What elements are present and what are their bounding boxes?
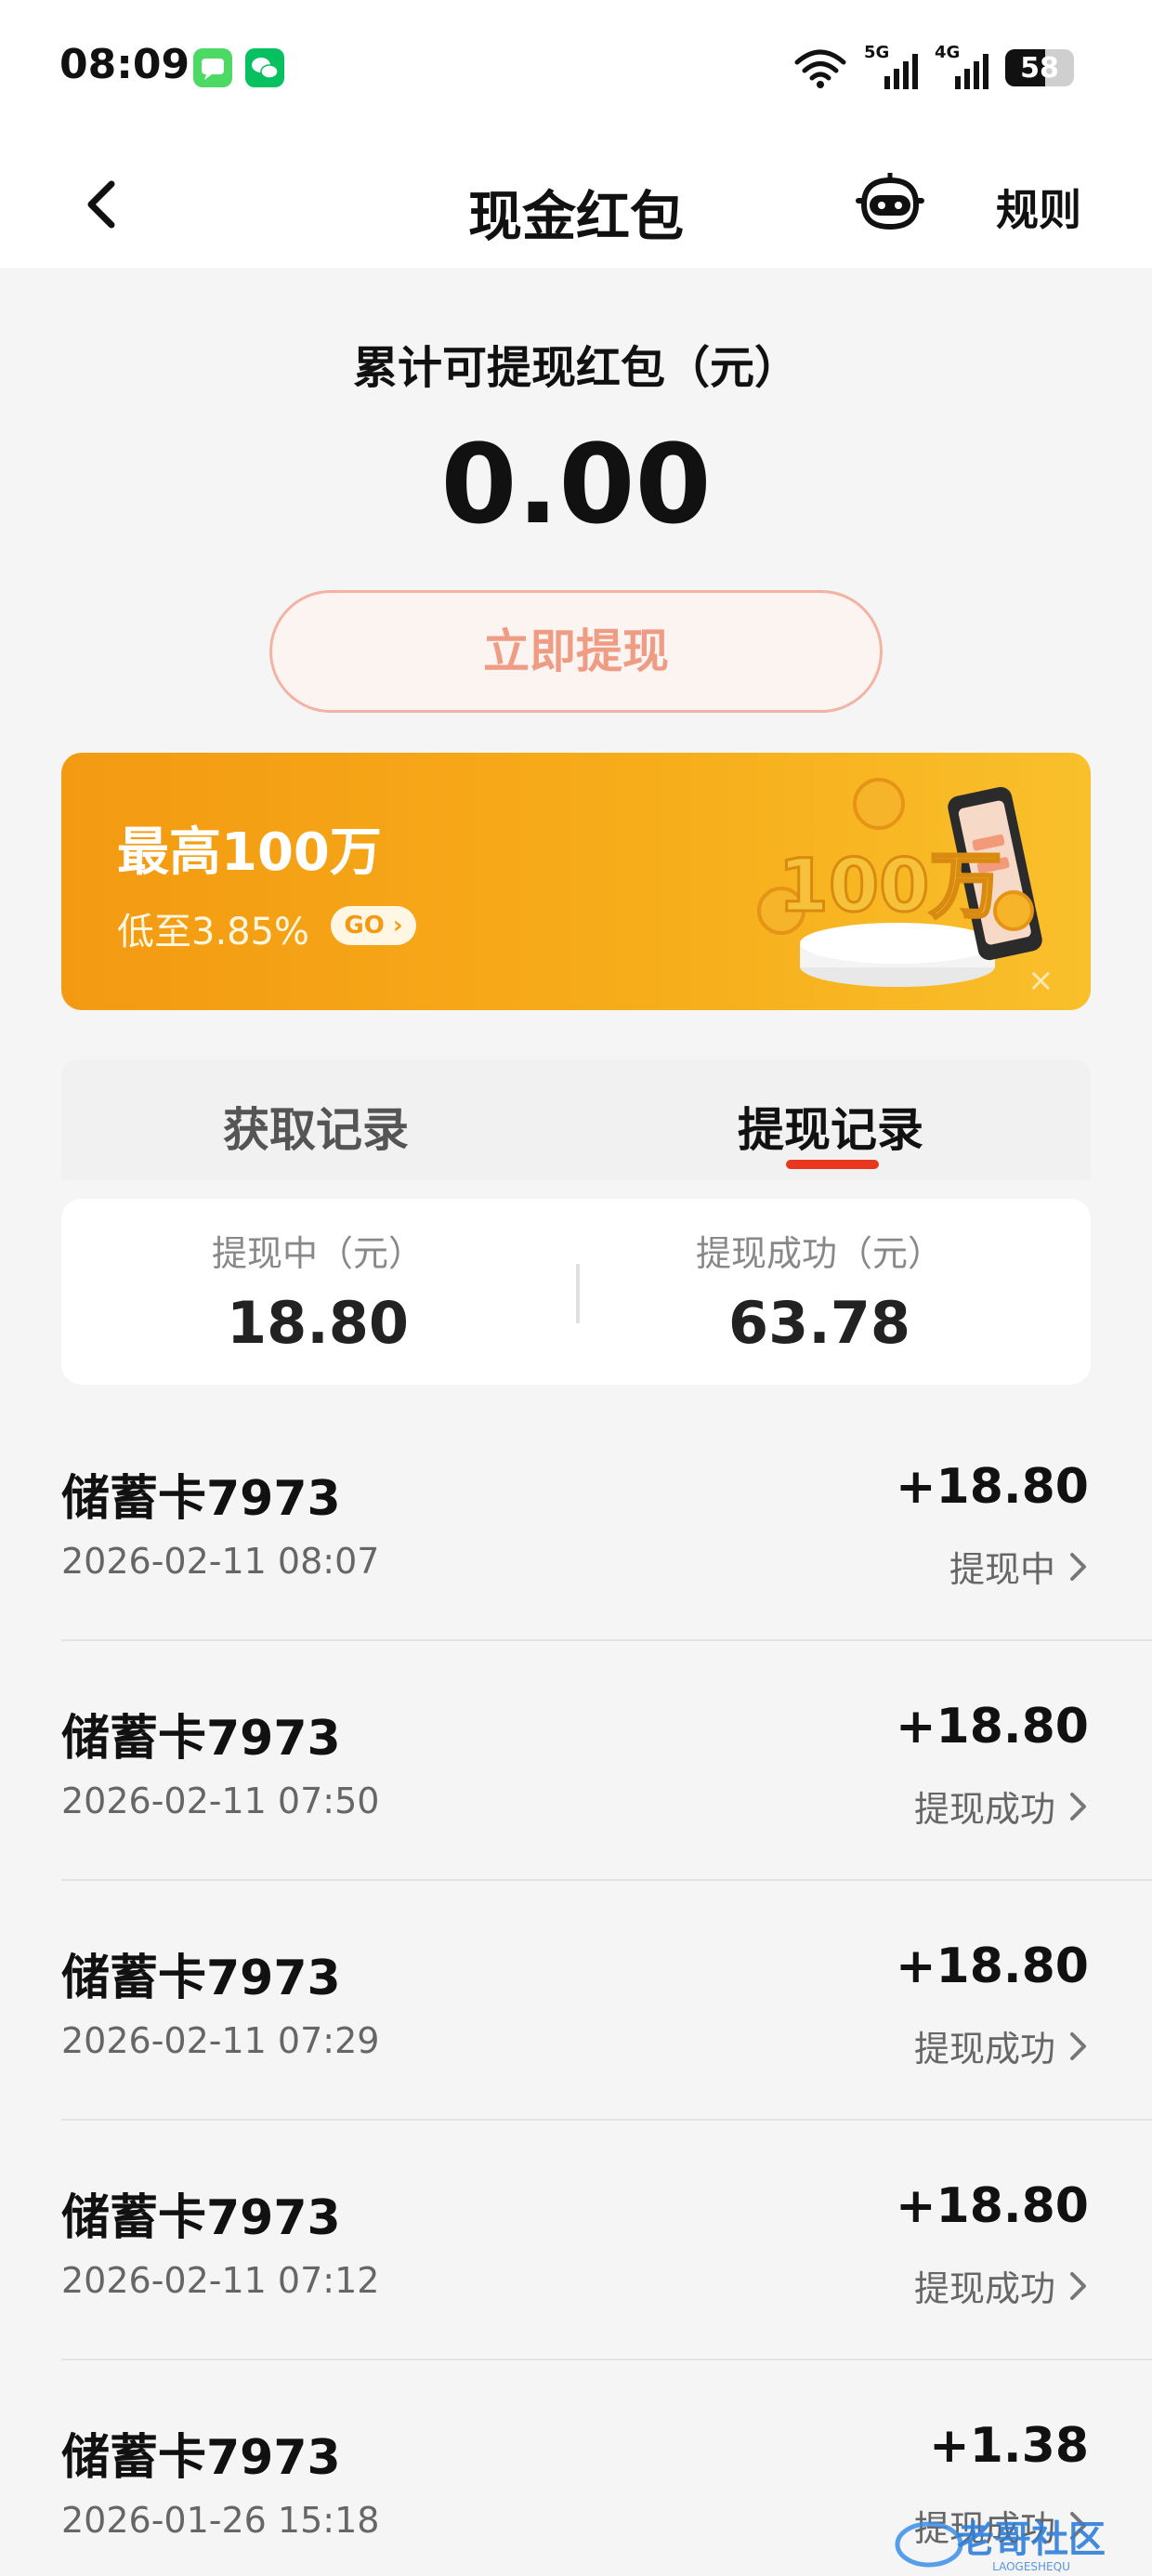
battery-icon: 58 — [1005, 49, 1074, 86]
system-icons: 5G 4G 58 — [793, 43, 1074, 91]
record-row[interactable]: 储蓄卡7973 2026-02-11 07:12 +18.80 提现成功 — [0, 2121, 1152, 2360]
record-status[interactable]: 提现成功 — [914, 1781, 1089, 1832]
record-card-name: 储蓄卡7973 — [61, 2190, 341, 2246]
balance-value: 0.00 — [440, 420, 712, 548]
record-date: 2026-02-11 07:29 — [61, 2020, 380, 2061]
record-tabs: 获取记录 提现记录 — [61, 1059, 1091, 1180]
banner-subtitle: 低至3.85% — [117, 911, 310, 953]
balance-label: 累计可提现红包（元） — [352, 342, 799, 394]
record-date: 2026-02-11 08:07 — [61, 1541, 380, 1582]
page-title: 现金红包 — [467, 185, 684, 248]
record-amount: +18.80 — [895, 1699, 1089, 1755]
record-amount: +18.80 — [895, 1939, 1089, 1994]
record-amount: +18.80 — [895, 1459, 1089, 1515]
chevron-right-icon — [1070, 2031, 1086, 2060]
banner-go-button[interactable]: GO › — [331, 906, 416, 945]
chevron-right-icon — [1070, 1792, 1086, 1820]
record-row[interactable]: 储蓄卡7973 2026-02-11 07:29 +18.80 提现成功 — [0, 1881, 1152, 2121]
tab-earn-records[interactable]: 获取记录 — [223, 1093, 409, 1160]
messages-app-icon — [193, 48, 232, 87]
success-summary: 提现成功（元） 63.78 — [578, 1225, 1061, 1357]
record-status-label: 提现成功 — [913, 1789, 1055, 1830]
record-date: 2026-02-11 07:12 — [61, 2260, 380, 2301]
customer-service-robot-icon[interactable] — [853, 167, 927, 242]
community-watermark-logo: 老哥社区 LAOGESHEQU — [895, 2518, 1106, 2573]
tab-withdraw-records[interactable]: 提现记录 — [738, 1093, 923, 1160]
record-status-label: 提现成功 — [913, 2029, 1055, 2070]
record-date: 2026-01-26 15:18 — [61, 2500, 380, 2541]
wifi-icon — [794, 49, 846, 88]
record-status[interactable]: 提现成功 — [914, 2260, 1089, 2311]
signal-5g-icon: 5G — [864, 43, 918, 89]
record-status-label: 提现中 — [949, 1549, 1055, 1590]
record-row[interactable]: 储蓄卡7973 2026-02-11 07:50 +18.80 提现成功 — [0, 1641, 1152, 1881]
watermark-subtext: LAOGESHEQU — [992, 2560, 1070, 2573]
watermark-text: 老哥社区 — [957, 2518, 1106, 2561]
record-card-name: 储蓄卡7973 — [61, 2430, 341, 2486]
withdraw-now-button[interactable]: 立即提现 — [269, 590, 883, 713]
chevron-right-icon — [1070, 1552, 1086, 1581]
wechat-app-icon — [245, 48, 284, 87]
status-time: 08:09 — [59, 41, 190, 88]
pending-summary: 提现中（元） 18.80 — [76, 1225, 559, 1357]
pending-label: 提现中（元） — [211, 1233, 424, 1274]
success-label: 提现成功（元） — [695, 1233, 943, 1274]
banner-title: 最高100万 — [117, 822, 382, 883]
record-amount: +1.38 — [929, 2418, 1089, 2474]
record-card-name: 储蓄卡7973 — [61, 1471, 341, 1527]
success-value: 63.78 — [727, 1289, 911, 1357]
record-status[interactable]: 提现中 — [949, 1541, 1089, 1592]
banner-art-text: 100万 — [779, 845, 1002, 928]
record-date: 2026-02-11 07:50 — [61, 1781, 380, 1821]
active-tab-indicator — [786, 1160, 879, 1169]
chevron-right-icon — [1070, 2271, 1086, 2300]
record-row[interactable]: 储蓄卡7973 2026-02-11 08:07 +18.80 提现中 — [0, 1401, 1152, 1641]
signal-4g-icon: 4G — [935, 43, 988, 89]
record-card-name: 储蓄卡7973 — [61, 1951, 341, 2006]
banner-go-label: GO — [344, 912, 385, 940]
status-bar: 08:09 5G 4G 58 — [0, 0, 1152, 139]
app-header: 现金红包 规则 — [0, 139, 1152, 269]
record-amount: +18.80 — [895, 2178, 1089, 2234]
rules-link[interactable]: 规则 — [996, 177, 1081, 238]
loan-promo-banner[interactable]: 最高100万 低至3.85% GO › 100万 × — [61, 753, 1091, 1010]
battery-level: 58 — [1020, 52, 1059, 85]
withdraw-summary-card: 提现中（元） 18.80 提现成功（元） 63.78 — [61, 1199, 1091, 1385]
pending-value: 18.80 — [226, 1289, 410, 1357]
record-status-label: 提现成功 — [913, 2268, 1055, 2309]
banner-close-button[interactable]: × — [1028, 962, 1054, 999]
record-card-name: 储蓄卡7973 — [61, 1711, 341, 1767]
record-status[interactable]: 提现成功 — [914, 2020, 1089, 2071]
